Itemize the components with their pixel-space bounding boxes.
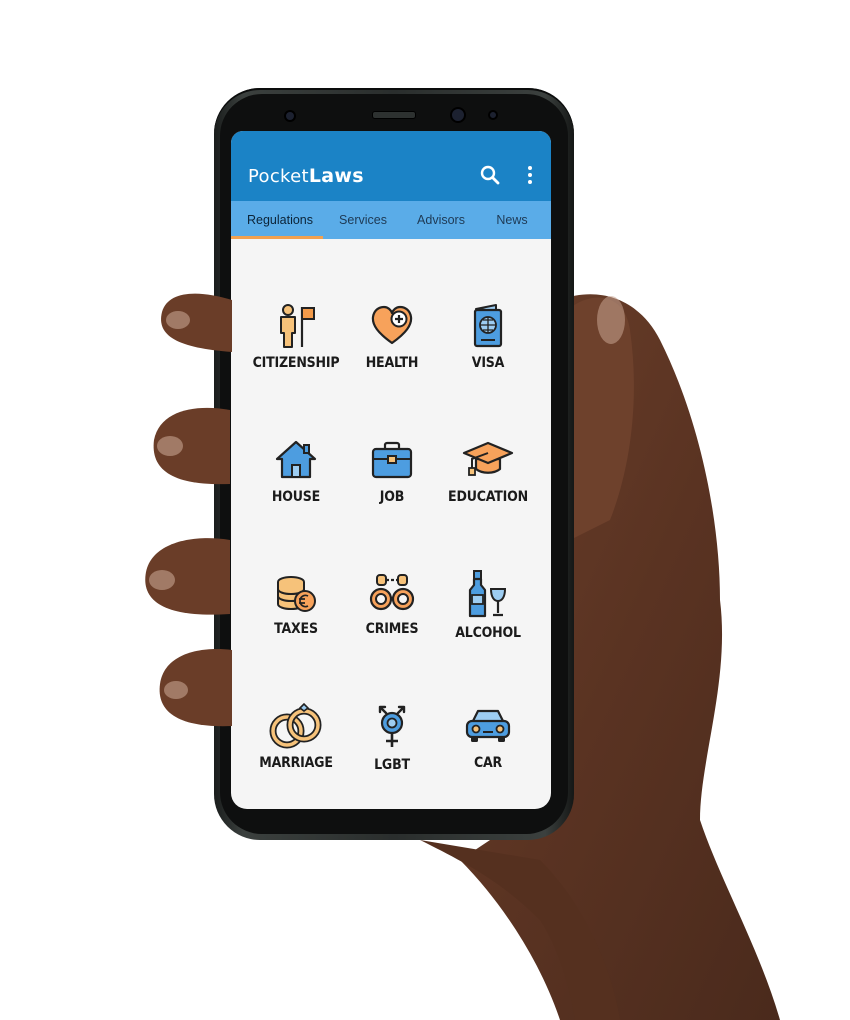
category-label: LGBT <box>374 757 410 773</box>
category-marriage[interactable]: MARRIAGE <box>248 703 344 771</box>
category-taxes[interactable]: TAXES <box>248 569 344 637</box>
category-lgbt[interactable]: LGBT <box>344 703 440 773</box>
iris-sensor <box>488 110 498 120</box>
category-visa[interactable]: VISA <box>440 303 536 371</box>
category-health[interactable]: HEALTH <box>344 303 440 371</box>
category-label: ALCOHOL <box>455 625 521 641</box>
rings-icon <box>269 703 322 749</box>
briefcase-icon <box>371 441 413 479</box>
heart-plus-icon <box>371 305 413 345</box>
category-citizenship[interactable]: CITIZENSHIP <box>248 303 344 371</box>
person-flag-icon <box>280 304 315 348</box>
more-vert-icon[interactable] <box>519 164 541 186</box>
category-job[interactable]: JOB <box>344 437 440 505</box>
front-sensor <box>284 110 296 122</box>
active-tab-indicator <box>231 236 323 239</box>
front-camera <box>450 107 466 123</box>
category-car[interactable]: CAR <box>440 703 536 771</box>
tab-regulations[interactable]: Regulations <box>231 201 329 239</box>
category-label: VISA <box>471 355 505 371</box>
graduation-cap-icon <box>462 441 514 476</box>
category-label: CRIMES <box>365 621 419 637</box>
app-logo: PocketLaws <box>248 165 364 187</box>
category-label: HOUSE <box>271 489 321 505</box>
app-bar: PocketLaws <box>231 131 551 201</box>
category-label: TAXES <box>274 621 318 637</box>
category-label: JOB <box>379 489 405 505</box>
logo-text-bold: Laws <box>308 165 364 187</box>
category-label: HEALTH <box>365 355 419 371</box>
house-icon <box>275 440 317 479</box>
coins-icon <box>277 576 316 612</box>
category-house[interactable]: HOUSE <box>248 437 344 505</box>
logo-text-light: Pocket <box>248 166 309 187</box>
earpiece-speaker <box>372 111 416 119</box>
app-screen: PocketLaws Regulations Services Advisors… <box>231 131 551 809</box>
category-education[interactable]: EDUCATION <box>440 437 536 505</box>
tab-services[interactable]: Services <box>325 201 401 239</box>
passport-icon <box>473 304 503 348</box>
category-label: EDUCATION <box>448 489 528 505</box>
category-label: CITIZENSHIP <box>252 355 340 371</box>
bottle-glass-icon <box>468 570 507 618</box>
tab-advisors[interactable]: Advisors <box>403 201 479 239</box>
handcuffs-icon <box>369 574 415 611</box>
category-label: MARRIAGE <box>259 755 333 771</box>
category-alcohol[interactable]: ALCOHOL <box>440 569 536 641</box>
category-label: CAR <box>473 755 503 771</box>
gender-symbol-icon <box>378 705 406 747</box>
tab-bar: Regulations Services Advisors News <box>231 201 551 239</box>
category-crimes[interactable]: CRIMES <box>344 569 440 637</box>
search-icon[interactable] <box>479 164 501 186</box>
tab-news[interactable]: News <box>477 201 547 239</box>
car-icon <box>465 709 511 742</box>
